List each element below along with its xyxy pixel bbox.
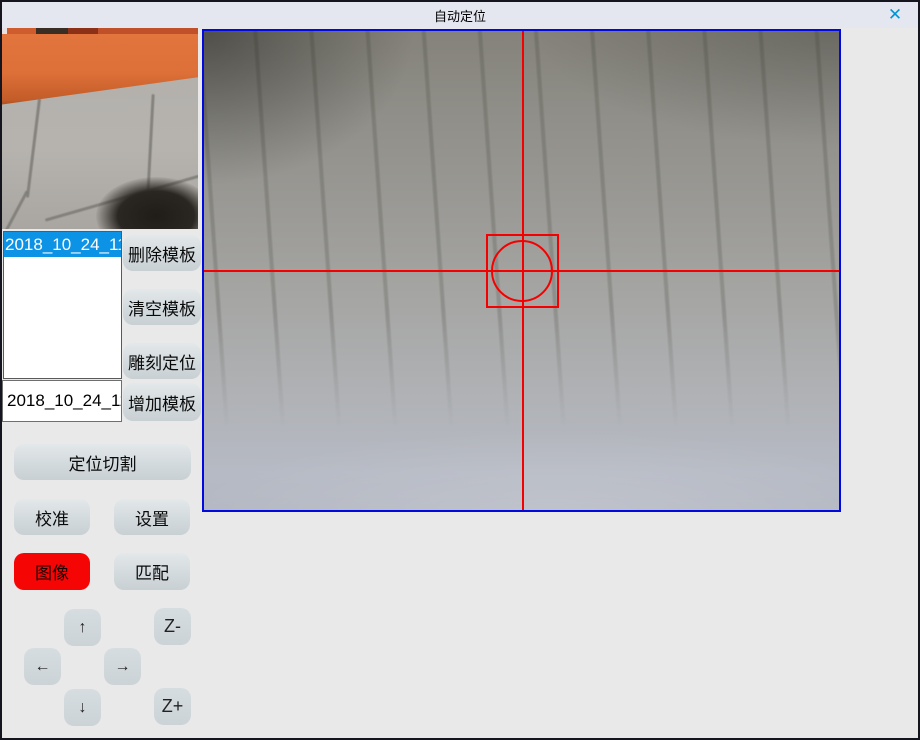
- camera-view[interactable]: [202, 29, 841, 512]
- title-bar: 自动定位 ✕: [2, 2, 918, 28]
- list-item-template[interactable]: 2018_10_24_11: [4, 232, 121, 257]
- window-title: 自动定位: [434, 6, 486, 25]
- image-button[interactable]: 图像: [14, 553, 90, 590]
- template-name-input[interactable]: [2, 380, 122, 422]
- jog-left-button[interactable]: ←: [24, 648, 61, 685]
- jog-right-button[interactable]: →: [104, 648, 141, 685]
- photo-tile-line: [2, 190, 28, 229]
- engrave-position-button[interactable]: 雕刻定位: [123, 343, 201, 379]
- photo-orange-beam: [2, 34, 198, 106]
- template-preview-image: [2, 28, 198, 229]
- position-cut-button[interactable]: 定位切割: [14, 444, 191, 480]
- jog-up-button[interactable]: ↑: [64, 609, 101, 646]
- delete-template-button[interactable]: 删除模板: [123, 235, 201, 271]
- photo-dark-object: [96, 177, 198, 229]
- jog-down-button[interactable]: ↓: [64, 689, 101, 726]
- clear-templates-button[interactable]: 清空模板: [123, 289, 201, 325]
- roi-circle-overlay: [491, 240, 553, 302]
- match-button[interactable]: 匹配: [114, 553, 190, 590]
- close-icon[interactable]: ✕: [882, 4, 908, 26]
- add-template-button[interactable]: 增加模板: [123, 383, 201, 421]
- z-plus-button[interactable]: Z+: [154, 688, 191, 725]
- auto-position-dialog: 自动定位 ✕ 2018_10_24_11 删除模板 清空模板 雕刻定位 增加模板…: [0, 0, 920, 740]
- photo-tile-line: [26, 98, 41, 198]
- settings-button[interactable]: 设置: [114, 499, 190, 535]
- template-list[interactable]: 2018_10_24_11: [3, 231, 122, 379]
- z-minus-button[interactable]: Z-: [154, 608, 191, 645]
- calibrate-button[interactable]: 校准: [14, 499, 90, 535]
- photo-top-strip: [2, 28, 198, 35]
